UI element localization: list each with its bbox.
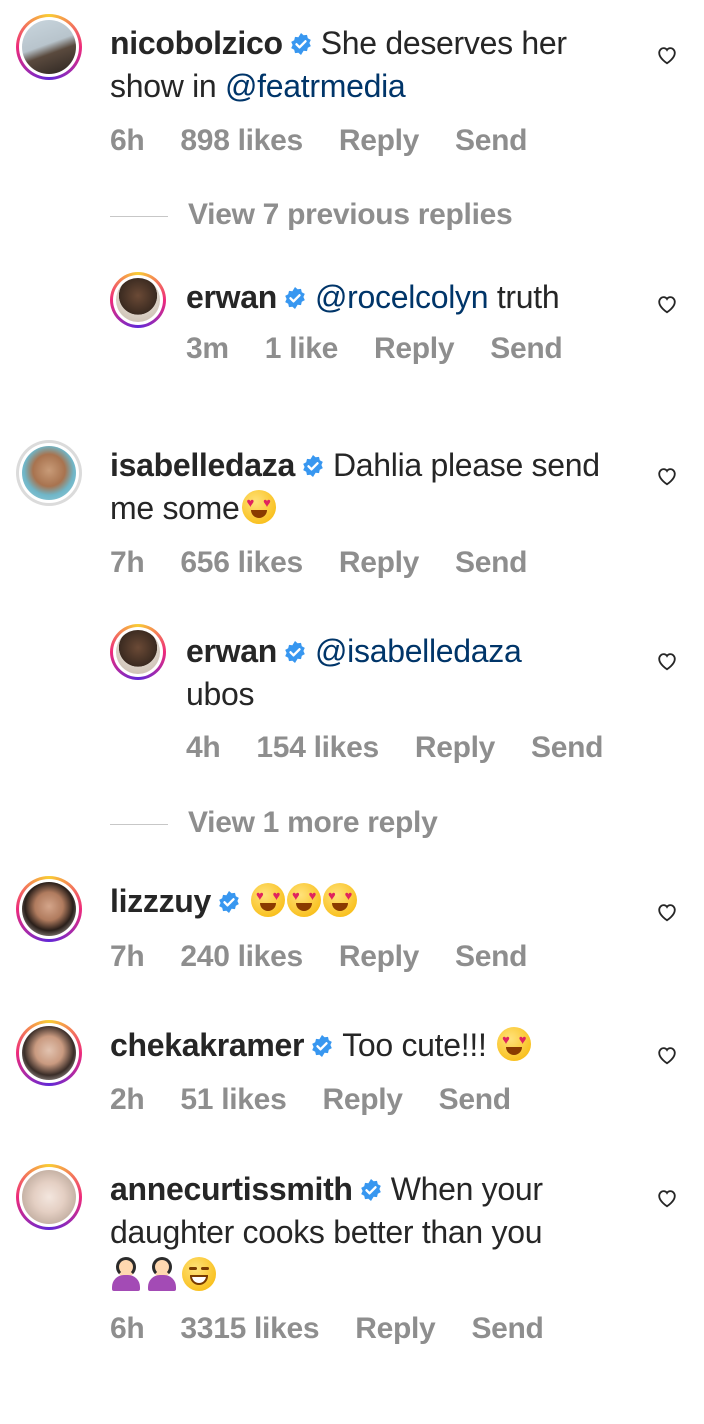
comment-meta: 2h 51 likes Reply Send [110, 1083, 547, 1117]
comment-text: chekakramer Too cute!!! [110, 1024, 640, 1067]
comment-text: lizzzuy [110, 880, 640, 923]
heart-eyes-emoji-icon [251, 883, 286, 917]
avatar[interactable] [16, 14, 82, 80]
reply-button[interactable]: Reply [374, 332, 455, 365]
avatar[interactable] [16, 876, 82, 942]
verified-badge-icon [283, 286, 307, 310]
username[interactable]: chekakramer [110, 1027, 304, 1063]
heart-outline-icon[interactable] [656, 293, 678, 315]
send-button[interactable]: Send [455, 546, 527, 579]
comment-meta: 6h 3315 likes Reply Send [110, 1312, 580, 1346]
heart-outline-icon[interactable] [656, 44, 678, 66]
reply-button[interactable]: Reply [339, 546, 420, 579]
comment-text: erwan @rocelcolyn truth [186, 276, 646, 319]
reply-button[interactable]: Reply [355, 1312, 436, 1345]
likes-count[interactable]: 1 like [265, 332, 339, 365]
timestamp: 6h [110, 1312, 145, 1345]
comment-body: ubos [186, 676, 255, 712]
timestamp: 3m [186, 332, 229, 365]
avatar[interactable] [16, 1020, 82, 1086]
verified-badge-icon [217, 890, 241, 914]
heart-eyes-emoji-icon [241, 490, 276, 524]
comment-meta: 6h 898 likes Reply Send [110, 124, 563, 158]
comment-body: Too cute!!! [342, 1027, 487, 1063]
timestamp: 7h [110, 546, 145, 579]
person-tipping-hand-emoji-icon [146, 1257, 178, 1291]
avatar[interactable] [16, 440, 82, 506]
heart-outline-icon[interactable] [656, 1044, 678, 1066]
view-replies-label: View 7 previous replies [188, 198, 513, 231]
comment-text: nicobolzico She deserves her show in @fea… [110, 22, 640, 108]
divider-line [110, 215, 168, 217]
verified-badge-icon [289, 32, 313, 56]
likes-count[interactable]: 898 likes [180, 124, 303, 157]
send-button[interactable]: Send [455, 124, 527, 157]
mention-link[interactable]: @isabelledaza [315, 633, 522, 669]
comment-text: isabelledaza Dahlia please send me some [110, 444, 640, 530]
heart-outline-icon[interactable] [656, 650, 678, 672]
username[interactable]: erwan [186, 279, 277, 315]
username[interactable]: nicobolzico [110, 25, 283, 61]
comment-meta: 3m 1 like Reply Send [186, 332, 598, 366]
heart-outline-icon[interactable] [656, 465, 678, 487]
reply-button[interactable]: Reply [339, 124, 420, 157]
verified-badge-icon [283, 640, 307, 664]
comment-text: annecurtissmith When your daughter cooks … [110, 1168, 645, 1297]
timestamp: 4h [186, 731, 221, 764]
heart-eyes-emoji-icon [287, 883, 322, 917]
send-button[interactable]: Send [490, 332, 562, 365]
likes-count[interactable]: 240 likes [180, 940, 303, 973]
heart-outline-icon[interactable] [656, 901, 678, 923]
likes-count[interactable]: 154 likes [256, 731, 379, 764]
verified-badge-icon [310, 1034, 334, 1058]
mention-link[interactable]: @featrmedia [225, 68, 406, 104]
likes-count[interactable]: 656 likes [180, 546, 303, 579]
reply-button[interactable]: Reply [339, 940, 420, 973]
send-button[interactable]: Send [471, 1312, 543, 1345]
view-replies-label: View 1 more reply [188, 806, 438, 839]
timestamp: 6h [110, 124, 145, 157]
laughing-tears-emoji-icon [182, 1257, 216, 1291]
send-button[interactable]: Send [439, 1083, 511, 1116]
username[interactable]: erwan [186, 633, 277, 669]
reply-button[interactable]: Reply [322, 1083, 403, 1116]
verified-badge-icon [359, 1178, 383, 1202]
person-tipping-hand-emoji-icon [110, 1257, 142, 1291]
comment-body: truth [488, 279, 560, 315]
comment-meta: 7h 656 likes Reply Send [110, 546, 563, 580]
comment-text: erwan @isabelledaza ubos [186, 630, 636, 716]
timestamp: 2h [110, 1083, 145, 1116]
verified-badge-icon [301, 454, 325, 478]
reply-button[interactable]: Reply [415, 731, 496, 764]
heart-eyes-emoji-icon [497, 1027, 532, 1061]
username[interactable]: annecurtissmith [110, 1171, 353, 1207]
avatar[interactable] [110, 272, 166, 328]
timestamp: 7h [110, 940, 145, 973]
likes-count[interactable]: 3315 likes [180, 1312, 319, 1345]
send-button[interactable]: Send [531, 731, 603, 764]
username[interactable]: lizzzuy [110, 883, 211, 919]
view-replies-button[interactable]: View 7 previous replies [110, 198, 513, 232]
divider-line [110, 823, 168, 825]
view-replies-button[interactable]: View 1 more reply [110, 806, 438, 840]
username[interactable]: isabelledaza [110, 447, 295, 483]
heart-outline-icon[interactable] [656, 1187, 678, 1209]
heart-eyes-emoji-icon [323, 883, 358, 917]
send-button[interactable]: Send [455, 940, 527, 973]
mention-link[interactable]: @rocelcolyn [315, 279, 489, 315]
avatar[interactable] [16, 1164, 82, 1230]
avatar[interactable] [110, 624, 166, 680]
comment-meta: 7h 240 likes Reply Send [110, 940, 563, 974]
likes-count[interactable]: 51 likes [180, 1083, 286, 1116]
comment-meta: 4h 154 likes Reply Send [186, 731, 639, 765]
